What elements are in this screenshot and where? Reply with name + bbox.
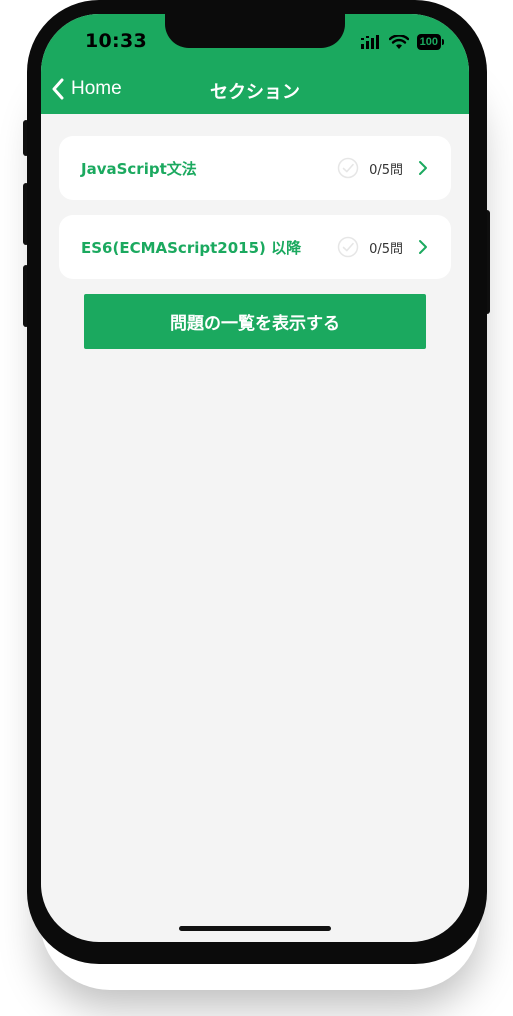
section-card-javascript[interactable]: JavaScript文法 0/5問 bbox=[59, 136, 451, 200]
section-label: JavaScript文法 bbox=[81, 159, 197, 178]
app-header: 10:33 100 Home セクション bbox=[41, 14, 469, 114]
chevron-right-icon bbox=[419, 161, 427, 175]
show-question-list-button[interactable]: 問題の一覧を表示する bbox=[84, 294, 426, 349]
section-progress: 0/5問 bbox=[369, 241, 403, 257]
phone-frame: 10:33 100 Home セクション JavaScript文法 0/5問 E… bbox=[27, 0, 487, 964]
notch bbox=[165, 14, 345, 48]
screen: 10:33 100 Home セクション JavaScript文法 0/5問 E… bbox=[41, 14, 469, 942]
section-label: ES6(ECMAScript2015) 以降 bbox=[81, 238, 302, 257]
wifi-icon bbox=[388, 34, 409, 49]
battery-icon: 100 bbox=[416, 34, 444, 50]
page-title: セクション bbox=[210, 82, 300, 103]
chevron-right-icon bbox=[419, 240, 427, 254]
section-card-es6[interactable]: ES6(ECMAScript2015) 以降 0/5問 bbox=[59, 215, 451, 279]
status-time: 10:33 bbox=[85, 30, 147, 52]
battery-level: 100 bbox=[419, 36, 438, 48]
device-stage: 10:33 100 Home セクション JavaScript文法 0/5問 E… bbox=[0, 0, 513, 1016]
check-circle-icon bbox=[337, 236, 359, 258]
section-progress: 0/5問 bbox=[369, 162, 403, 178]
signal-icon bbox=[360, 35, 379, 49]
battery-tip bbox=[442, 39, 444, 45]
home-indicator[interactable] bbox=[179, 926, 331, 931]
status-icons: 100 bbox=[360, 32, 444, 52]
check-circle-icon bbox=[337, 157, 359, 179]
